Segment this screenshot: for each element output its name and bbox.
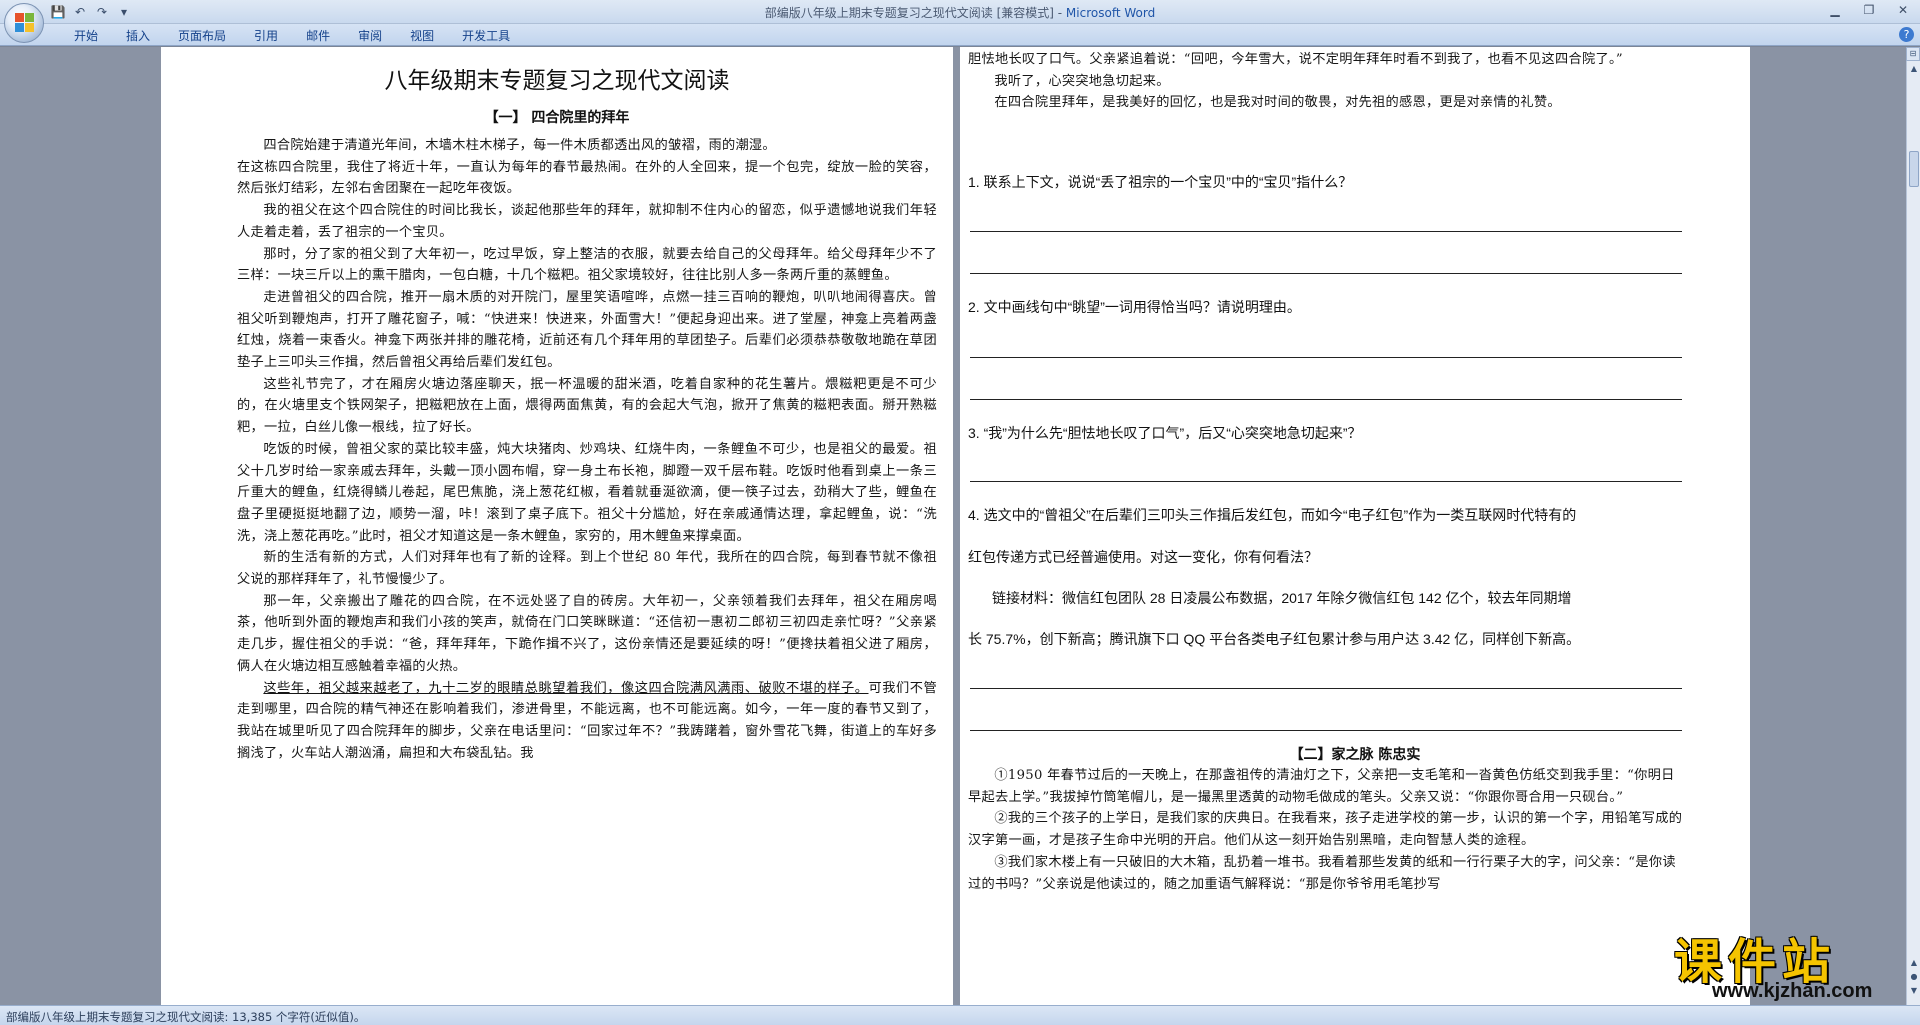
question-3: 3. “我”为什么先“胆怯地长叹了口气”，后又“心突突地急切起来”？ [968, 425, 1362, 441]
title-bar: 💾 ↶ ↷ ▾ 部编版八年级上期末专题复习之现代文阅读 [兼容模式] - Mic… [0, 0, 1920, 24]
answer-line [970, 399, 1682, 400]
ribbon-tabs: 开始 插入 页面布局 引用 邮件 审阅 视图 开发工具 [60, 27, 524, 45]
section1-heading: 【一】 四合院里的拜年 [484, 110, 630, 126]
page-gap [953, 47, 960, 1005]
question-4-line1: 4. 选文中的“曾祖父”在后辈们三叩头三作揖后发红包，而如今“电子红包”作为一类… [968, 507, 1577, 523]
window-title-app: Microsoft Word [1065, 6, 1156, 20]
question-4-line2: 红包传递方式已经普遍使用。对这一变化，你有何看法？ [968, 549, 1318, 565]
paragraph-with-underline: 这些年，祖父越来越老了，九十二岁的眼睛总眺望着我们，像这四合院满风满雨、破败不堪… [237, 678, 937, 765]
document-title: 八年级期末专题复习之现代文阅读 [384, 68, 730, 94]
section2-heading: 【二】家之脉 陈忠实 [1289, 747, 1421, 763]
office-logo-icon [15, 13, 35, 33]
paragraph: 四合院始建于清道光年间，木墙木柱木梯子，每一件木质都透出风的皱褶，雨的潮湿。 [263, 138, 776, 153]
paragraph: ②我的三个孩子的上学日，是我们家的庆典日。在我看来，孩子走进学校的第一步，认识的… [968, 811, 1683, 849]
ribbon-tab-bar: 开始 插入 页面布局 引用 邮件 审阅 视图 开发工具 ? [0, 24, 1920, 46]
paragraph: 走进曾祖父的四合院，推开一扇木质的对开院门，屋里笑语喧哗，点燃一挂三百响的鞭炮，… [237, 289, 937, 371]
tab-page-layout[interactable]: 页面布局 [164, 27, 240, 45]
document-workspace: 八年级期末专题复习之现代文阅读 【一】 四合院里的拜年 四合院始建于清道光年间，… [0, 47, 1906, 1005]
underlined-sentence: 这些年，祖父越来越老了，九十二岁的眼睛总眺望着我们，像这四合院满风满雨、破败不堪… [263, 680, 869, 696]
document-page-left[interactable]: 八年级期末专题复习之现代文阅读 【一】 四合院里的拜年 四合院始建于清道光年间，… [161, 47, 953, 1005]
paragraph: ①1950 年春节过后的一天晚上，在那盏祖传的清油灯之下，父亲把一支毛笔和一沓黄… [968, 768, 1675, 805]
paragraph: 那时，分了家的祖父到了大年初一，吃过早饭，穿上整洁的衣服，就要去给自己的父母拜年… [237, 246, 937, 284]
paragraph: 这些礼节完了，才在厢房火塘边落座聊天，抿一杯温暖的甜米酒，吃着自家种的花生薯片。… [237, 376, 937, 436]
answer-line [970, 273, 1682, 274]
help-icon[interactable]: ? [1899, 27, 1914, 42]
status-word-count[interactable]: 部编版八年级上期末专题复习之现代文阅读: 13,385 个字符(近似值)。 [6, 1009, 365, 1025]
right-body-text: 胆怯地长叹了口气。父亲紧追着说：“回吧，今年雪大，说不定明年拜年时看不到我了，也… [968, 49, 1688, 114]
question-1: 1. 联系上下文，说说“丢了祖宗的一个宝贝”中的“宝贝”指什么？ [968, 174, 1353, 190]
document-page-right[interactable]: 胆怯地长叹了口气。父亲紧追着说：“回吧，今年雪大，说不定明年拜年时看不到我了，也… [960, 47, 1750, 1005]
window-controls: ▁ ❐ ✕ [1818, 0, 1920, 22]
watermark-url: www.kjzhan.com [1712, 980, 1873, 1002]
window-title: 部编版八年级上期末专题复习之现代文阅读 [兼容模式] - Microsoft W… [0, 4, 1920, 21]
tab-review[interactable]: 审阅 [344, 27, 396, 45]
scroll-thumb[interactable] [1909, 151, 1919, 187]
link-material-line2: 长 75.7%，创下新高；腾讯旗下口 QQ 平台各类电子红包累计参与用户达 3.… [968, 631, 1581, 647]
paragraph: 我听了，心突突地急切起来。 [994, 73, 1170, 89]
view-ruler-icon[interactable]: ⊟ [1906, 47, 1920, 61]
office-button[interactable] [4, 3, 44, 43]
paragraph: 我的祖父在这个四合院住的时间比我长，谈起他那些年的拜年，就抑制不住内心的留恋，似… [237, 203, 937, 240]
tab-references[interactable]: 引用 [240, 27, 292, 45]
paragraph: 新的生活有新的方式，人们对拜年也有了新的诠释。到上个世纪 80 年代，我所在的四… [237, 550, 937, 588]
window-title-doc: 部编版八年级上期末专题复习之现代文阅读 [兼容模式] - [764, 6, 1066, 20]
paragraph: 在这栋四合院里，我住了将近十年，一直认为每年的春节最热闹。在外的人全回来，提一个… [237, 159, 937, 197]
section2-body-text: ①1950 年春节过后的一天晚上，在那盏祖传的清油灯之下，父亲把一支毛笔和一沓黄… [968, 765, 1688, 895]
tab-home[interactable]: 开始 [60, 27, 112, 45]
kjzhan-watermark-logo: 课件站 www.kjzhan.com [1664, 922, 1920, 1004]
paragraph: 那一年，父亲搬出了雕花的四合院，在不远处竖了自的砖房。大年初一，父亲领着我们去拜… [237, 593, 937, 674]
link-material-line1: 链接材料：微信红包团队 28 日凌晨公布数据，2017 年除夕微信红包 142 … [992, 590, 1572, 606]
status-bar: 部编版八年级上期末专题复习之现代文阅读: 13,385 个字符(近似值)。 [0, 1005, 1920, 1025]
paragraph: 吃饭的时候，曾祖父家的菜比较丰盛，炖大块猪肉、炒鸡块、红烧牛肉，一条鲤鱼不可少，… [237, 441, 937, 544]
tab-insert[interactable]: 插入 [112, 27, 164, 45]
paragraph: 胆怯地长叹了口气。父亲紧追着说：“回吧，今年雪大，说不定明年拜年时看不到我了，也… [968, 52, 1623, 67]
paragraph: 在四合院里拜年，是我美好的回忆，也是我对时间的敬畏，对先祖的感恩，更是对亲情的礼… [994, 95, 1561, 111]
tab-developer[interactable]: 开发工具 [448, 27, 524, 45]
answer-line [970, 231, 1682, 232]
answer-line [970, 357, 1682, 358]
answer-line [970, 730, 1682, 731]
paragraph: ③我们家木楼上有一只破旧的大木箱，乱扔着一堆书。我看着那些发黄的纸和一行行栗子大… [968, 854, 1676, 892]
tab-view[interactable]: 视图 [396, 27, 448, 45]
vertical-scrollbar[interactable]: ▲ ▲ ● ▼ [1906, 47, 1920, 1005]
answer-line [970, 688, 1682, 689]
scroll-up-icon[interactable]: ▲ [1908, 63, 1920, 75]
tab-mailings[interactable]: 邮件 [292, 27, 344, 45]
question-2: 2. 文中画线句中“眺望”一词用得恰当吗？请说明理由。 [968, 299, 1301, 315]
minimize-icon[interactable]: ▁ [1818, 0, 1852, 22]
answer-line [970, 481, 1682, 482]
maximize-icon[interactable]: ❐ [1852, 0, 1886, 22]
left-body-text: 四合院始建于清道光年间，木墙木柱木梯子，每一件木质都透出风的皱褶，雨的潮湿。 在… [237, 135, 937, 764]
close-icon[interactable]: ✕ [1886, 0, 1920, 22]
